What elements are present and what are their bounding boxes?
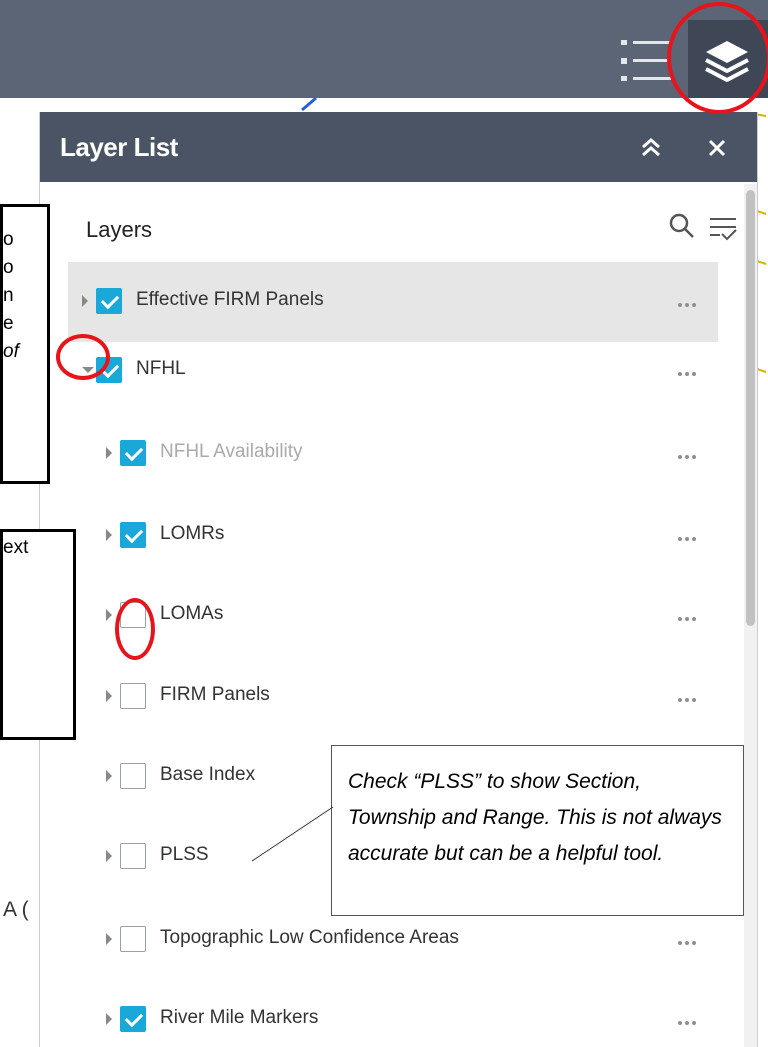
- annotation-line: of: [3, 341, 19, 362]
- layer-row[interactable]: LOMAs: [68, 576, 718, 656]
- more-options-icon[interactable]: [678, 604, 699, 627]
- annotation-circle-expand-arrow: [56, 334, 110, 380]
- caret-right-icon[interactable]: [106, 690, 112, 702]
- map-line-feature: [301, 96, 317, 112]
- layer-visibility-checkbox[interactable]: [96, 288, 122, 314]
- panel-header: Layer List: [40, 112, 757, 182]
- more-options-icon[interactable]: [678, 442, 699, 465]
- caret-right-icon[interactable]: [106, 933, 112, 945]
- more-options-icon[interactable]: [678, 359, 699, 382]
- layer-label: Base Index: [160, 764, 256, 785]
- layer-visibility-checkbox[interactable]: [120, 1006, 146, 1032]
- map-label: A (: [3, 898, 29, 921]
- caret-right-icon[interactable]: [106, 770, 112, 782]
- callout-text: Check “PLSS” to show Section, Township a…: [348, 770, 722, 865]
- layer-visibility-checkbox[interactable]: [120, 926, 146, 952]
- layers-heading: Layers: [86, 217, 153, 242]
- caret-right-icon[interactable]: [106, 529, 112, 541]
- annotation-line: o: [3, 229, 14, 250]
- layer-label: NFHL: [136, 358, 186, 379]
- layer-row[interactable]: FIRM Panels: [68, 657, 718, 737]
- layer-row[interactable]: LOMRs: [68, 496, 718, 576]
- annotation-box-expand: o o n e of: [0, 204, 50, 484]
- caret-right-icon[interactable]: [106, 1013, 112, 1025]
- layer-label: LOMRs: [160, 523, 225, 544]
- caret-right-icon[interactable]: [82, 295, 88, 307]
- layer-visibility-checkbox[interactable]: [120, 440, 146, 466]
- list-icon[interactable]: [619, 36, 673, 86]
- layer-visibility-checkbox[interactable]: [120, 522, 146, 548]
- annotation-line: o: [3, 257, 14, 278]
- more-options-icon[interactable]: [678, 685, 699, 708]
- more-options-icon[interactable]: [678, 928, 699, 951]
- search-icon[interactable]: [668, 212, 696, 240]
- annotation-circle-layers-button: [667, 2, 768, 114]
- layer-label: Effective FIRM Panels: [136, 289, 324, 310]
- panel-title: Layer List: [60, 132, 178, 162]
- scrollbar[interactable]: [744, 184, 757, 1047]
- annotation-line: n: [3, 285, 14, 306]
- caret-right-icon[interactable]: [106, 609, 112, 621]
- layer-label: PLSS: [160, 844, 209, 865]
- filter-icon[interactable]: [708, 216, 738, 242]
- scrollbar-thumb[interactable]: [746, 190, 755, 626]
- annotation-circle-checkbox: [115, 598, 155, 660]
- more-options-icon[interactable]: [678, 524, 699, 547]
- layer-row[interactable]: NFHL Availability: [68, 414, 718, 494]
- layer-row[interactable]: River Mile Markers: [68, 980, 718, 1047]
- more-options-icon[interactable]: [678, 1008, 699, 1031]
- layer-visibility-checkbox[interactable]: [120, 763, 146, 789]
- caret-right-icon[interactable]: [106, 850, 112, 862]
- layer-row[interactable]: NFHL: [68, 331, 718, 411]
- more-options-icon[interactable]: [678, 290, 699, 313]
- callout-leader-line: [251, 806, 334, 862]
- annotation-line: e: [3, 313, 14, 334]
- layer-label: NFHL Availability: [160, 441, 303, 462]
- layer-label: Topographic Low Confidence Areas: [160, 927, 459, 948]
- layer-row[interactable]: Effective FIRM Panels: [68, 262, 718, 342]
- layer-label: LOMAs: [160, 603, 224, 624]
- close-icon[interactable]: [704, 132, 730, 162]
- annotation-box-checkbox: ext: [0, 529, 76, 740]
- plss-callout: Check “PLSS” to show Section, Township a…: [331, 745, 744, 916]
- double-chevron-up-icon[interactable]: [638, 132, 664, 162]
- layer-visibility-checkbox[interactable]: [120, 683, 146, 709]
- annotation-line: ext: [3, 537, 29, 558]
- layer-label: FIRM Panels: [160, 684, 270, 705]
- caret-right-icon[interactable]: [106, 447, 112, 459]
- layer-label: River Mile Markers: [160, 1007, 319, 1028]
- layer-visibility-checkbox[interactable]: [120, 843, 146, 869]
